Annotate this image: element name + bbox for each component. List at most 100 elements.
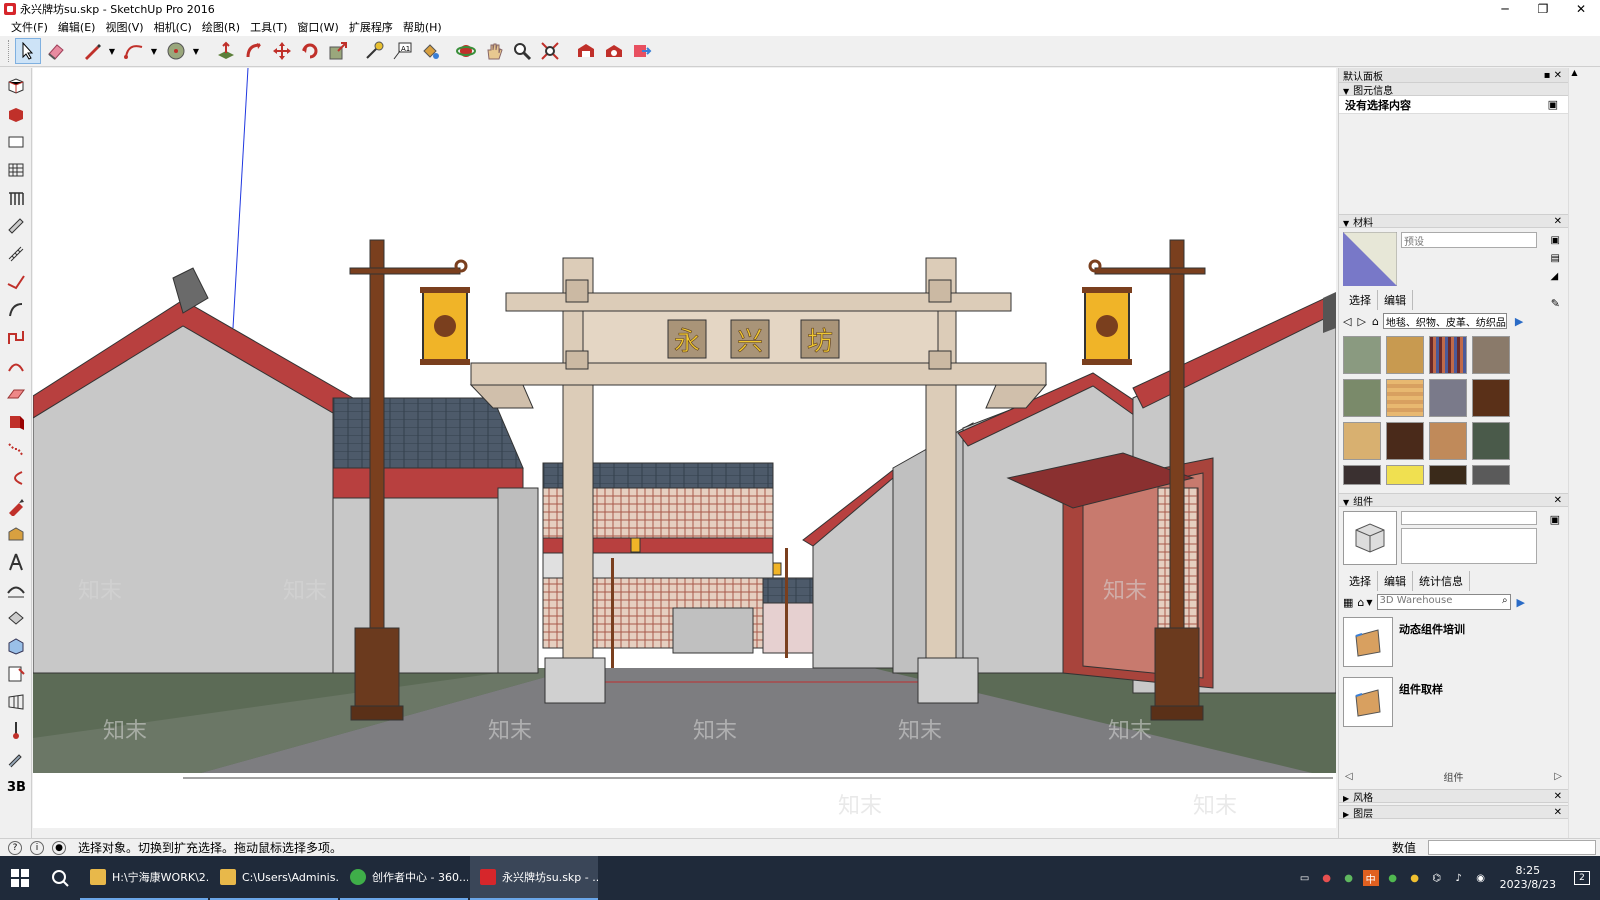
pen-tool-button[interactable] [4, 494, 28, 518]
network-icon[interactable]: ⌬ [1429, 870, 1445, 886]
material-swatch[interactable] [1343, 379, 1381, 417]
taskbar-app-sketchup[interactable]: 永兴牌坊su.skp - ... [470, 856, 598, 900]
model-viewport[interactable]: 永 兴 坊 知末 知末 知末 知末 知末 知末 知末 知末 知末 知末 [33, 68, 1336, 828]
material-swatch[interactable] [1429, 422, 1467, 460]
back-arrow-icon[interactable]: ◁ [1345, 771, 1353, 782]
send-to-layout-button[interactable] [629, 38, 655, 64]
forward-arrow-icon[interactable]: ▷ [1357, 315, 1365, 328]
warehouse-search-input[interactable]: 3D Warehouse ⌕ [1376, 594, 1511, 610]
entity-detail-icon[interactable]: ▣ [1548, 98, 1558, 111]
select-tool-button[interactable] [15, 38, 41, 64]
user-account-icon[interactable]: ● [52, 840, 66, 855]
3d-warehouse-button[interactable] [573, 38, 599, 64]
toolbar-grip[interactable] [8, 40, 11, 62]
paint-tool-button[interactable] [4, 102, 28, 126]
material-swatch[interactable] [1386, 465, 1424, 485]
scale-tool-button[interactable] [325, 38, 351, 64]
eraser-tool-button[interactable] [43, 38, 69, 64]
fence-tool-button[interactable] [4, 186, 28, 210]
close-panel-icon[interactable]: ✕ [1554, 495, 1562, 506]
close-button[interactable]: ✕ [1562, 0, 1600, 18]
push-pull-tool-button[interactable] [213, 38, 239, 64]
material-swatch[interactable] [1429, 379, 1467, 417]
bend-tool-button[interactable] [4, 578, 28, 602]
note-tool-button[interactable] [4, 662, 28, 686]
tray-app-icon[interactable]: ● [1385, 870, 1401, 886]
material-tool-button[interactable] [4, 522, 28, 546]
freehand-tool-button[interactable] [4, 270, 28, 294]
probe-tool-button[interactable] [4, 718, 28, 742]
material-swatch[interactable] [1343, 336, 1381, 374]
zoom-tool-button[interactable] [509, 38, 535, 64]
make-component-button[interactable] [4, 74, 28, 98]
component-description-field[interactable] [1401, 528, 1537, 564]
materials-header[interactable]: ▼ 材料 ✕ [1339, 214, 1568, 229]
components-tab-select[interactable]: 选择 [1343, 571, 1378, 591]
material-preview-swatch[interactable] [1343, 232, 1397, 286]
menu-edit[interactable]: 编辑(E) [53, 19, 101, 35]
back-arrow-icon[interactable]: ◁ [1343, 315, 1351, 328]
section-plane-button[interactable] [4, 158, 28, 182]
home-icon[interactable]: ⌂ [1357, 596, 1364, 609]
menu-file[interactable]: 文件(F) [6, 19, 53, 35]
dropper-tool-button[interactable] [4, 746, 28, 770]
material-swatch[interactable] [1343, 422, 1381, 460]
material-swatch[interactable] [1472, 422, 1510, 460]
extrude-tool-button[interactable] [4, 410, 28, 434]
system-clock[interactable]: 8:25 2023/8/23 [1500, 864, 1556, 892]
component-list-item[interactable]: 组件取样 [1339, 673, 1568, 733]
offset-tool-button[interactable] [4, 298, 28, 322]
arc-draw-button[interactable] [4, 354, 28, 378]
close-panel-icon[interactable]: ✕ [1554, 791, 1562, 802]
tape-measure-tool-button[interactable] [361, 38, 387, 64]
maximize-button[interactable]: ❐ [1524, 0, 1562, 18]
pan-tool-button[interactable] [481, 38, 507, 64]
eraser-box-button[interactable] [4, 606, 28, 630]
material-category-select[interactable]: 地毯、织物、皮革、纺织品 [1382, 313, 1507, 329]
layers-header[interactable]: ▶ 图层 ✕ [1339, 805, 1568, 820]
entity-info-header[interactable]: ▼ 图元信息 [1339, 82, 1568, 97]
tray-app-icon[interactable]: ◉ [1473, 870, 1489, 886]
material-side-icons[interactable]: ▣ ▤ ◢ [1551, 232, 1560, 286]
3b-tool-button[interactable]: 3B [4, 774, 28, 798]
menu-window[interactable]: 窗口(W) [292, 19, 343, 35]
shape-tool-dropdown[interactable]: ▼ [191, 38, 201, 64]
taskbar-app-explorer-1[interactable]: H:\宁海康WORK\2... [80, 856, 208, 900]
home-icon[interactable]: ⌂ [1372, 315, 1379, 328]
view-options-icon[interactable]: ▦ [1343, 596, 1353, 609]
taskbar-app-explorer-2[interactable]: C:\Users\Adminis... [210, 856, 338, 900]
text-tool-button[interactable]: A1 [389, 38, 415, 64]
scroll-up-icon[interactable]: ▲ [1569, 68, 1580, 77]
orbit-tool-button[interactable] [453, 38, 479, 64]
menu-camera[interactable]: 相机(C) [149, 19, 197, 35]
taskbar-search-button[interactable] [40, 856, 80, 900]
start-button[interactable] [0, 856, 40, 900]
move-tool-button[interactable] [269, 38, 295, 64]
minimize-button[interactable]: ─ [1486, 0, 1524, 18]
arc-tool-button[interactable] [121, 38, 147, 64]
material-swatch[interactable] [1386, 336, 1424, 374]
details-arrow-icon[interactable]: ▶ [1517, 596, 1525, 609]
material-swatch[interactable] [1386, 422, 1424, 460]
component-list-item[interactable]: 动态组件培训 [1339, 613, 1568, 673]
material-swatch[interactable] [1472, 336, 1510, 374]
credits-icon[interactable]: i [30, 840, 44, 855]
components-header[interactable]: ▼ 组件 ✕ [1339, 493, 1568, 508]
menu-draw[interactable]: 绘图(R) [197, 19, 245, 35]
component-detail-icon[interactable]: ▣ [1550, 513, 1560, 526]
components-tab-statistics[interactable]: 统计信息 [1413, 571, 1470, 591]
tray-ime-icon[interactable]: 中 [1362, 870, 1379, 886]
grid-tool-button[interactable] [4, 690, 28, 714]
compass-tool-button[interactable] [4, 550, 28, 574]
line-tool-button[interactable] [79, 38, 105, 64]
line-tool-dropdown[interactable]: ▼ [107, 38, 117, 64]
forward-arrow-icon[interactable]: ▷ [1554, 771, 1562, 782]
cube-tool-button[interactable] [4, 634, 28, 658]
rotate-tool-button[interactable] [297, 38, 323, 64]
material-swatch[interactable] [1429, 336, 1467, 374]
material-swatch[interactable] [1472, 379, 1510, 417]
tray-keyboard-icon[interactable]: ▭ [1297, 870, 1313, 886]
tray-scrollbar[interactable]: ▲ [1568, 68, 1580, 838]
details-arrow-icon[interactable]: ▶ [1515, 315, 1523, 328]
menu-tools[interactable]: 工具(T) [245, 19, 292, 35]
